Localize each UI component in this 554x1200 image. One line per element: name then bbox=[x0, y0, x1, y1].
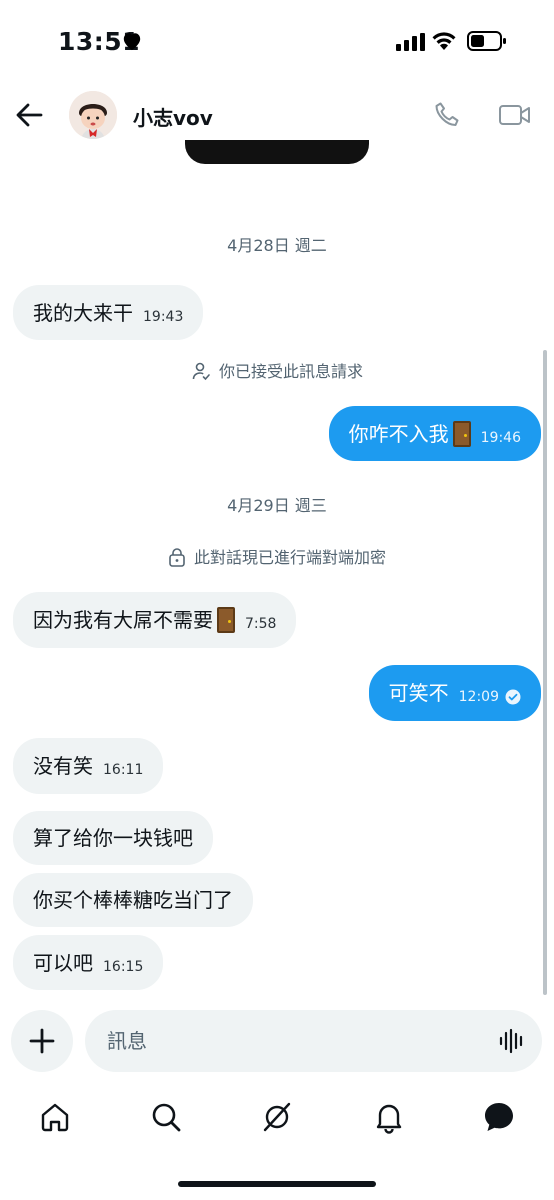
message-text: 你买个棒棒糖吃当门了 bbox=[33, 888, 233, 912]
message-time: 7:58 bbox=[245, 616, 277, 632]
signal-icon bbox=[396, 33, 425, 51]
incoming-message[interactable]: 算了给你一块钱吧 bbox=[13, 811, 213, 865]
plus-icon bbox=[29, 1028, 55, 1054]
message-text: 没有笑 bbox=[33, 754, 93, 778]
message-text: 因为我有大屌不需要 bbox=[33, 608, 213, 632]
battery-icon bbox=[467, 31, 506, 51]
message-composer[interactable] bbox=[85, 1010, 542, 1072]
bottom-navigation bbox=[0, 1090, 554, 1150]
lock-icon bbox=[169, 548, 185, 567]
message-text: 可以吧 bbox=[33, 950, 93, 975]
message-time: 19:46 bbox=[480, 429, 521, 446]
camera-notch bbox=[185, 140, 369, 164]
system-text: 你已接受此訊息請求 bbox=[218, 362, 363, 381]
message-time: 12:09 bbox=[458, 689, 499, 705]
outgoing-message[interactable]: 你咋不入我 19:46 bbox=[328, 406, 541, 461]
message-text: 我的大来干 bbox=[33, 300, 133, 325]
add-attachment-button[interactable] bbox=[11, 1010, 73, 1072]
door-emoji-icon bbox=[452, 420, 471, 447]
messages-icon[interactable] bbox=[482, 1100, 516, 1134]
message-text: 可笑不 bbox=[388, 681, 449, 705]
message-time: 16:15 bbox=[103, 958, 144, 975]
avatar-image bbox=[69, 91, 117, 139]
avatar[interactable] bbox=[69, 91, 117, 139]
incoming-message[interactable]: 可以吧 16:15 bbox=[13, 935, 164, 990]
read-check-icon bbox=[505, 689, 521, 705]
phone-icon[interactable] bbox=[432, 100, 462, 130]
message-text: 你咋不入我 bbox=[348, 421, 449, 446]
incoming-message[interactable]: 我的大来干 19:43 bbox=[13, 285, 204, 340]
encryption-notice: 此對話現已進行端對端加密 bbox=[0, 544, 554, 568]
heart-icon bbox=[123, 33, 141, 51]
status-bar: 13:51 bbox=[0, 0, 554, 80]
date-separator: 4月28日 週二 bbox=[227, 236, 327, 255]
incoming-message[interactable]: 没有笑 16:11 bbox=[13, 738, 164, 794]
incoming-message[interactable]: 因为我有大屌不需要 7:58 bbox=[13, 592, 297, 648]
person-check-icon bbox=[192, 362, 210, 381]
message-time: 19:43 bbox=[143, 308, 184, 325]
wifi-icon bbox=[432, 32, 456, 50]
back-arrow-icon[interactable] bbox=[14, 100, 44, 130]
incoming-message[interactable]: 你买个棒棒糖吃当门了 bbox=[13, 873, 253, 927]
grok-icon[interactable] bbox=[260, 1100, 294, 1134]
home-indicator bbox=[178, 1181, 376, 1187]
date-separator: 4月29日 週三 bbox=[227, 496, 327, 515]
message-text: 算了给你一块钱吧 bbox=[33, 826, 193, 850]
contact-name[interactable]: 小志vov bbox=[133, 102, 213, 131]
door-emoji-icon bbox=[217, 607, 235, 633]
notifications-icon[interactable] bbox=[372, 1100, 406, 1134]
scrollbar[interactable] bbox=[543, 350, 547, 995]
home-icon[interactable] bbox=[38, 1100, 72, 1134]
outgoing-message[interactable]: 可笑不 12:09 bbox=[368, 665, 541, 721]
video-call-icon[interactable] bbox=[498, 100, 532, 130]
search-icon[interactable] bbox=[149, 1100, 183, 1134]
message-time: 16:11 bbox=[103, 762, 144, 778]
system-text: 此對話現已進行端對端加密 bbox=[193, 548, 386, 567]
voice-message-icon[interactable] bbox=[498, 1027, 526, 1055]
message-input[interactable] bbox=[107, 1010, 477, 1072]
system-message: 你已接受此訊息請求 bbox=[0, 358, 554, 382]
